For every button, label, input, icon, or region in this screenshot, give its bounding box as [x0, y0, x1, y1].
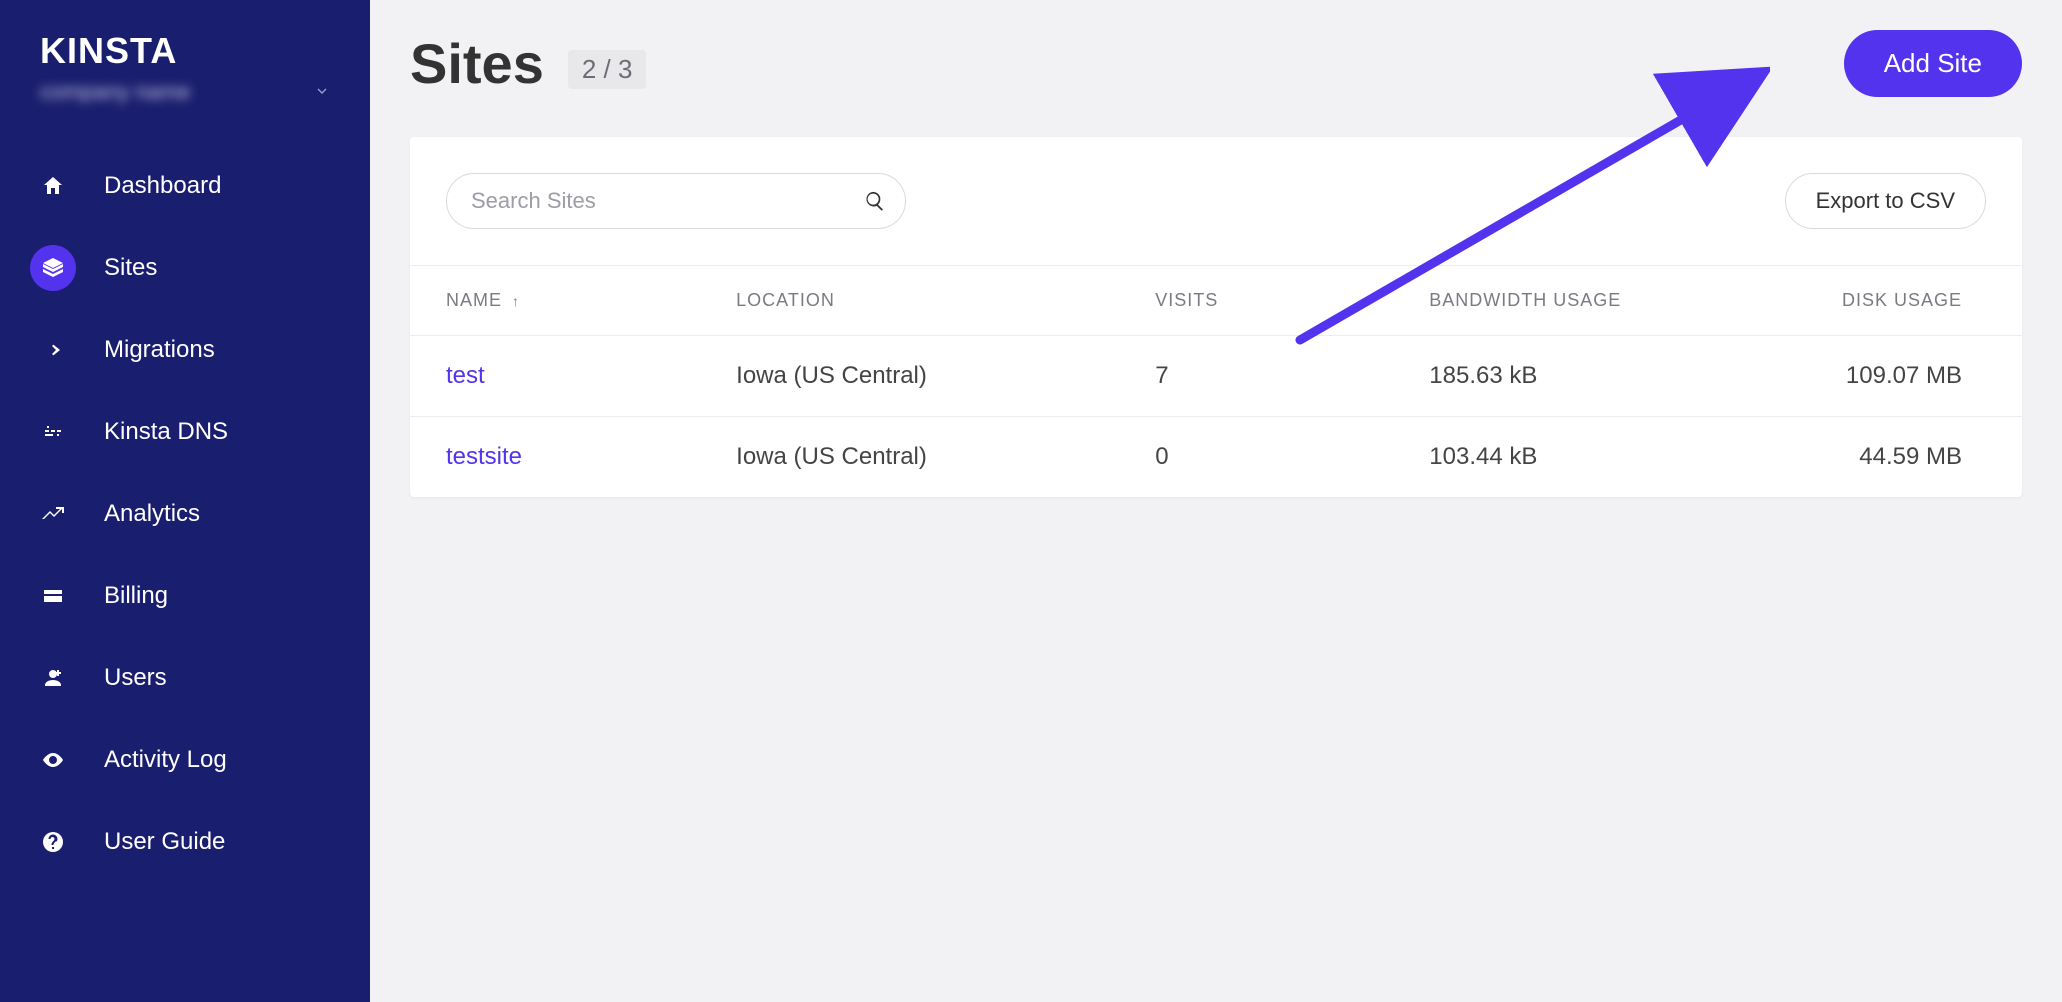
col-header-bandwidth[interactable]: Bandwidth Usage: [1393, 266, 1748, 336]
cell-disk: 109.07 MB: [1748, 336, 2022, 417]
company-name: company name: [40, 79, 190, 105]
brand-logo: KINSTA: [0, 30, 370, 77]
cell-location: Iowa (US Central): [700, 417, 1119, 498]
sidebar-item-user-guide[interactable]: User Guide: [0, 801, 370, 883]
table-row[interactable]: test Iowa (US Central) 7 185.63 kB 109.0…: [410, 336, 2022, 417]
sites-card: Export to CSV Name ↑ Location Visits Ban…: [410, 137, 2022, 497]
company-selector[interactable]: company name: [0, 77, 370, 145]
cell-visits: 0: [1119, 417, 1393, 498]
cell-disk: 44.59 MB: [1748, 417, 2022, 498]
sidebar-item-activity-log[interactable]: Activity Log: [0, 719, 370, 801]
sidebar-item-label: Kinsta DNS: [104, 418, 228, 446]
page-count-badge: 2 / 3: [568, 50, 647, 89]
cell-bandwidth: 103.44 kB: [1393, 417, 1748, 498]
analytics-icon: [30, 491, 76, 537]
chevron-down-icon: [314, 79, 330, 105]
migrate-icon: [30, 327, 76, 373]
table-row[interactable]: testsite Iowa (US Central) 0 103.44 kB 4…: [410, 417, 2022, 498]
users-icon: [30, 655, 76, 701]
sidebar-nav: Dashboard Sites Migrations Kinsta DNS: [0, 145, 370, 883]
page-title: Sites: [410, 31, 544, 96]
site-link[interactable]: test: [446, 362, 485, 389]
sidebar-item-label: Activity Log: [104, 746, 227, 774]
layers-icon: [30, 245, 76, 291]
sidebar-item-label: Billing: [104, 582, 168, 610]
search-wrap: [446, 173, 906, 229]
billing-icon: [30, 573, 76, 619]
sidebar-item-migrations[interactable]: Migrations: [0, 309, 370, 391]
home-icon: [30, 163, 76, 209]
site-link[interactable]: testsite: [446, 443, 522, 470]
sidebar-item-label: Dashboard: [104, 172, 221, 200]
sidebar-item-users[interactable]: Users: [0, 637, 370, 719]
search-input[interactable]: [446, 173, 906, 229]
sidebar: KINSTA company name Dashboard Sites: [0, 0, 370, 1002]
sites-table: Name ↑ Location Visits Bandwidth Usage D…: [410, 265, 2022, 497]
sidebar-item-dashboard[interactable]: Dashboard: [0, 145, 370, 227]
col-header-disk[interactable]: Disk Usage: [1748, 266, 2022, 336]
sidebar-item-sites[interactable]: Sites: [0, 227, 370, 309]
cell-bandwidth: 185.63 kB: [1393, 336, 1748, 417]
sidebar-item-analytics[interactable]: Analytics: [0, 473, 370, 555]
sidebar-item-label: Users: [104, 664, 167, 692]
card-toolbar: Export to CSV: [410, 137, 2022, 265]
add-site-button[interactable]: Add Site: [1844, 30, 2022, 97]
sidebar-item-label: Sites: [104, 254, 157, 282]
sidebar-item-label: Analytics: [104, 500, 200, 528]
eye-icon: [30, 737, 76, 783]
sidebar-item-label: Migrations: [104, 336, 215, 364]
sort-asc-icon: ↑: [512, 293, 520, 309]
help-icon: [30, 819, 76, 865]
dns-icon: [30, 409, 76, 455]
sidebar-item-billing[interactable]: Billing: [0, 555, 370, 637]
export-csv-button[interactable]: Export to CSV: [1785, 173, 1986, 229]
main-content: Sites 2 / 3 Add Site Export to CSV Name: [370, 0, 2062, 1002]
cell-location: Iowa (US Central): [700, 336, 1119, 417]
page-header: Sites 2 / 3 Add Site: [410, 30, 2022, 97]
col-header-name[interactable]: Name ↑: [410, 266, 700, 336]
col-header-location[interactable]: Location: [700, 266, 1119, 336]
cell-visits: 7: [1119, 336, 1393, 417]
search-icon: [864, 190, 886, 212]
sidebar-item-label: User Guide: [104, 828, 225, 856]
col-header-visits[interactable]: Visits: [1119, 266, 1393, 336]
sidebar-item-dns[interactable]: Kinsta DNS: [0, 391, 370, 473]
table-header-row: Name ↑ Location Visits Bandwidth Usage D…: [410, 266, 2022, 336]
